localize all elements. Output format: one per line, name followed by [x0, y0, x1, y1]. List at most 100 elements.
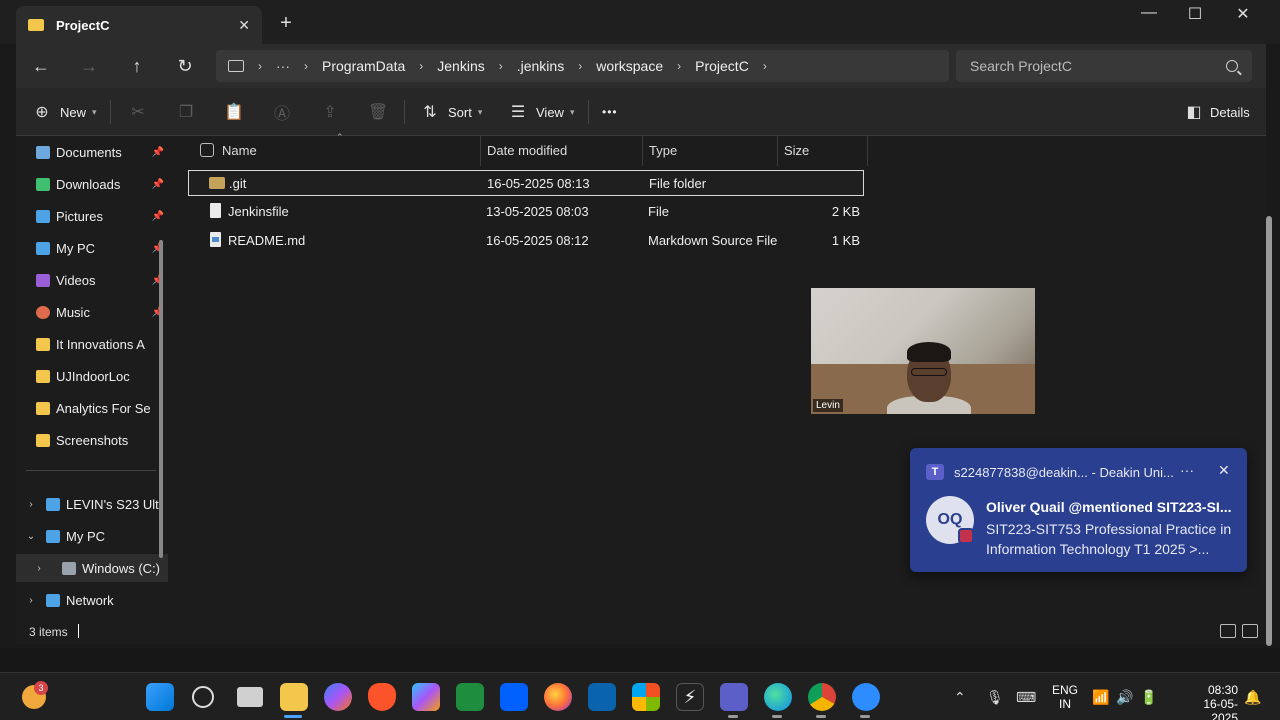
address-bar[interactable]: › ··· › ProgramData › Jenkins › .jenkins… [216, 50, 949, 82]
folder-icon [28, 19, 44, 31]
sort-button[interactable]: ⇅ Sort ▾ [418, 100, 482, 124]
breadcrumb-workspace[interactable]: workspace [596, 58, 663, 74]
video-tile[interactable]: Levin [811, 288, 1035, 414]
text-cursor [78, 624, 79, 638]
folder-icon [36, 401, 50, 415]
breadcrumb-projectc[interactable]: ProjectC [695, 58, 749, 74]
new-tab-button[interactable]: + [276, 12, 296, 35]
search-input[interactable]: Search ProjectC [956, 50, 1252, 82]
edge-icon[interactable] [764, 683, 792, 711]
sidebar-item-videos[interactable]: Videos 📌 [16, 266, 168, 294]
file-explorer-icon[interactable] [280, 683, 308, 711]
search-icon[interactable] [192, 686, 214, 708]
brave-browser-icon[interactable] [368, 683, 396, 711]
chevron-right-icon[interactable]: › [16, 595, 46, 606]
battery-icon[interactable]: 🔋 [1140, 689, 1157, 706]
large-icons-view-icon[interactable] [1242, 624, 1258, 638]
sidebar-item-screenshots[interactable]: Screenshots [16, 426, 168, 454]
sidebar-item-my-pc-tree[interactable]: ⌄ My PC [16, 522, 168, 550]
delete-button[interactable]: 🗑 [366, 100, 390, 124]
paste-button[interactable]: 📋 [222, 100, 246, 124]
outlook-icon[interactable] [588, 683, 616, 711]
microsoft-store-icon[interactable] [632, 683, 660, 711]
task-view-icon[interactable] [237, 687, 263, 707]
copy-button[interactable]: ❐ [174, 100, 198, 124]
running-app-indicator [772, 715, 782, 718]
sidebar-item-pictures[interactable]: Pictures 📌 [16, 202, 168, 230]
copy-icon: ❐ [178, 104, 194, 121]
view-button[interactable]: ☰ View ▾ [506, 100, 575, 124]
breadcrumb-overflow[interactable]: ··· [276, 58, 290, 74]
more-options-icon[interactable]: ··· [1180, 462, 1194, 478]
sidebar-scrollbar[interactable] [159, 240, 163, 558]
sidebar-item-music[interactable]: Music 📌 [16, 298, 168, 326]
rename-button[interactable]: Ⓐ [270, 100, 294, 124]
notification-bell-icon[interactable]: 🔔 [1244, 689, 1261, 706]
microphone-icon[interactable]: 🎙 [986, 689, 1004, 706]
column-divider[interactable] [867, 136, 868, 166]
refresh-button[interactable]: ↻ [170, 52, 200, 80]
column-size[interactable]: Size [784, 143, 809, 158]
column-type[interactable]: Type [649, 143, 677, 158]
sidebar-item-downloads[interactable]: Downloads 📌 [16, 170, 168, 198]
wifi-icon[interactable]: 📶 [1092, 689, 1109, 706]
zoom-icon[interactable] [852, 683, 880, 711]
clipboard-icon: 📋 [224, 104, 244, 121]
keyboard-icon[interactable]: ⌨ [1016, 689, 1036, 706]
column-name[interactable]: Name [222, 143, 257, 158]
cut-button[interactable]: ✂ [126, 100, 150, 124]
minimize-button[interactable]: — [1134, 4, 1164, 22]
tab-projectc[interactable]: ProjectC ✕ [16, 6, 262, 44]
forward-button[interactable]: → [74, 52, 104, 80]
copilot-icon[interactable] [324, 683, 352, 711]
volume-icon[interactable]: 🔊 [1116, 689, 1133, 706]
sidebar-item-documents[interactable]: Documents 📌 [16, 138, 168, 166]
new-button[interactable]: ⊕ New ▾ [30, 100, 96, 124]
file-list-scrollbar[interactable] [1266, 216, 1272, 646]
file-row-jenkinsfile[interactable]: Jenkinsfile 13-05-2025 08:03 File 2 KB [188, 199, 864, 225]
share-button[interactable]: ⇪ [318, 100, 342, 124]
sidebar-item-it-innovations[interactable]: It Innovations A [16, 330, 168, 358]
close-notification-icon[interactable]: ✕ [1218, 462, 1230, 479]
teams-icon[interactable] [720, 683, 748, 711]
sidebar-item-network[interactable]: › Network [16, 586, 168, 614]
sidebar-item-phone[interactable]: › LEVIN's S23 Ultr [16, 490, 168, 518]
column-divider[interactable] [777, 136, 778, 166]
column-divider[interactable] [642, 136, 643, 166]
sidebar-item-windows-c[interactable]: › Windows (C:) [16, 554, 168, 582]
maximize-button[interactable]: ☐ [1180, 4, 1210, 24]
file-row-readme[interactable]: README.md 16-05-2025 08:12 Markdown Sour… [188, 228, 864, 254]
breadcrumb-jenkins[interactable]: Jenkins [437, 58, 484, 74]
up-button[interactable]: ↑ [122, 52, 152, 80]
breadcrumb-dot-jenkins[interactable]: .jenkins [517, 58, 564, 74]
file-row-git[interactable]: .git 16-05-2025 08:13 File folder [188, 170, 864, 196]
microsoft-365-icon[interactable] [412, 683, 440, 711]
back-button[interactable]: ← [26, 52, 56, 80]
sidebar-item-ujindoorloc[interactable]: UJIndoorLoc [16, 362, 168, 390]
column-divider[interactable] [480, 136, 481, 166]
windows-start-icon[interactable] [146, 683, 174, 711]
close-window-button[interactable]: ✕ [1228, 4, 1258, 24]
close-tab-icon[interactable]: ✕ [238, 17, 250, 34]
select-all-checkbox[interactable] [200, 143, 214, 157]
column-date-modified[interactable]: Date modified [487, 143, 567, 158]
classroom-icon[interactable] [456, 683, 484, 711]
chevron-down-icon[interactable]: ⌄ [16, 531, 46, 542]
chevron-right-icon[interactable]: › [16, 499, 46, 510]
system-clock[interactable]: 08:30 16-05-2025 [1198, 683, 1238, 720]
terminal-icon[interactable]: ⚡ [676, 683, 704, 711]
dropbox-icon[interactable] [500, 683, 528, 711]
chrome-icon[interactable] [808, 683, 836, 711]
chevron-right-icon[interactable]: › [16, 563, 62, 574]
more-options-button[interactable]: ••• [602, 100, 618, 124]
chevron-up-icon[interactable]: ⌃ [954, 689, 966, 706]
firefox-icon[interactable] [544, 683, 572, 711]
teams-notification[interactable]: T s224877838@deakin... - Deakin Uni... ·… [910, 448, 1247, 572]
sidebar-item-analytics[interactable]: Analytics For Se [16, 394, 168, 422]
details-view-icon[interactable] [1220, 624, 1236, 638]
sidebar-item-my-pc[interactable]: My PC 📌 [16, 234, 168, 262]
breadcrumb-programdata[interactable]: ProgramData [322, 58, 405, 74]
details-button[interactable]: ◧ Details [1182, 100, 1249, 124]
language-indicator[interactable]: ENG IN [1052, 683, 1078, 711]
new-label: New [60, 104, 87, 120]
